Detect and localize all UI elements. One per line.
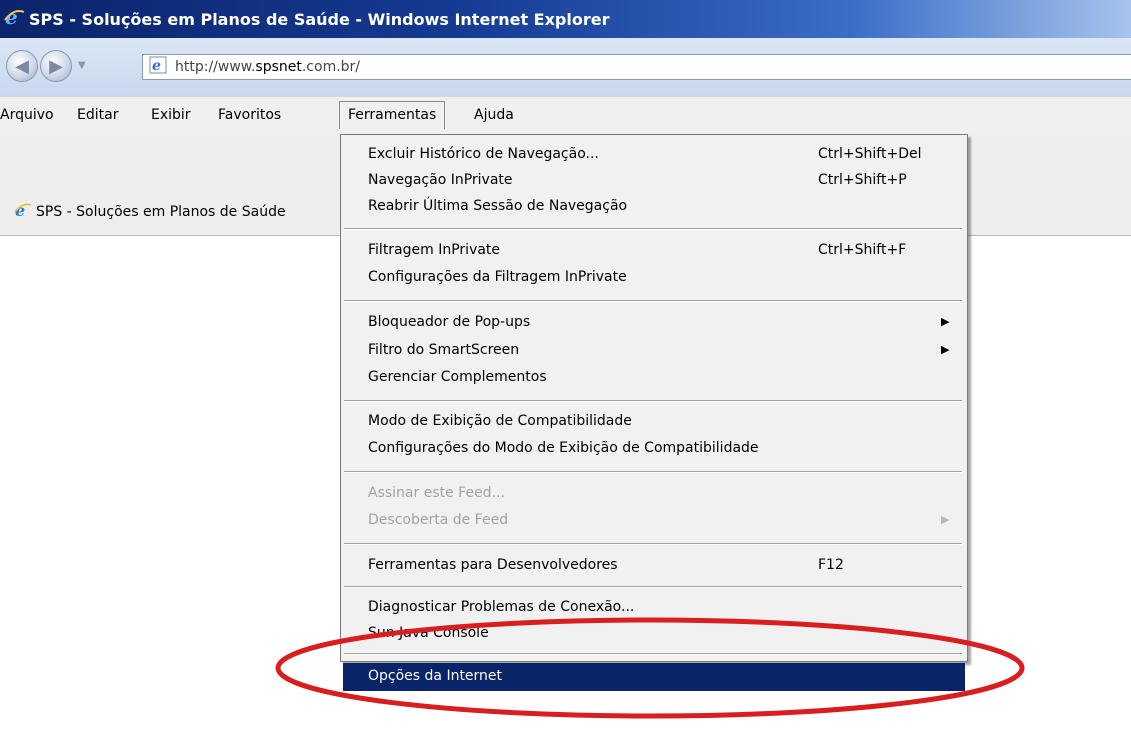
menu-item-inprivate-filtering[interactable]: Filtragem InPrivate Ctrl+Shift+F <box>341 239 965 263</box>
url-domain: spsnet <box>255 59 302 75</box>
menu-ferramentas[interactable]: Ferramentas <box>339 101 446 129</box>
navigation-bar: ◀ ▶ ▼ e http://www.spsnet.com.br/ <box>0 38 1131 96</box>
menu-separator <box>344 300 962 302</box>
menu-item-label: Configurações do Modo de Exibição de Com… <box>368 440 759 456</box>
menu-item-popup-blocker[interactable]: Bloqueador de Pop-ups ▶ <box>341 311 965 335</box>
address-url: http://www.spsnet.com.br/ <box>175 59 360 75</box>
menu-item-manage-addons[interactable]: Gerenciar Complementos <box>341 366 965 390</box>
menu-item-label: Filtro do SmartScreen <box>368 342 520 358</box>
menu-item-label: Assinar este Feed... <box>368 485 505 501</box>
menu-item-inprivate-browsing[interactable]: Navegação InPrivate Ctrl+Shift+P <box>341 169 965 193</box>
menu-item-internet-options[interactable]: Opções da Internet <box>343 663 965 691</box>
menu-ajuda[interactable]: Ajuda <box>474 107 514 123</box>
menu-item-compatibility-view[interactable]: Modo de Exibição de Compatibilidade <box>341 410 965 434</box>
page-ie-icon: e <box>149 56 167 78</box>
menu-item-label: Diagnosticar Problemas de Conexão... <box>368 599 635 615</box>
menu-item-delete-history[interactable]: Excluir Histórico de Navegação... Ctrl+S… <box>341 143 965 167</box>
tab-ie-icon: e <box>14 201 32 223</box>
menu-favoritos[interactable]: Favoritos <box>218 107 281 123</box>
menu-exibir[interactable]: Exibir <box>151 107 191 123</box>
menu-item-developer-tools[interactable]: Ferramentas para Desenvolvedores F12 <box>341 554 965 578</box>
menu-item-label: Configurações da Filtragem InPrivate <box>368 269 627 285</box>
menu-item-feed-discovery: Descoberta de Feed ▶ <box>341 509 965 533</box>
recent-pages-dropdown-icon[interactable]: ▼ <box>78 60 86 71</box>
menu-item-label: Excluir Histórico de Navegação... <box>368 146 599 162</box>
menu-item-compatibility-view-settings[interactable]: Configurações do Modo de Exibição de Com… <box>341 437 965 461</box>
svg-text:e: e <box>152 58 161 74</box>
submenu-arrow-icon: ▶ <box>941 513 950 526</box>
menu-item-label: Reabrir Última Sessão de Navegação <box>368 198 628 214</box>
menu-item-smartscreen[interactable]: Filtro do SmartScreen ▶ <box>341 339 965 363</box>
menu-item-label: Opções da Internet <box>368 668 503 684</box>
menu-item-shortcut: Ctrl+Shift+P <box>818 172 907 188</box>
menu-bar: Arquivo Editar Exibir Favoritos Ferramen… <box>0 96 1131 138</box>
menu-item-shortcut: F12 <box>818 557 844 573</box>
menu-item-shortcut: Ctrl+Shift+F <box>818 242 907 258</box>
menu-separator <box>344 586 962 588</box>
menu-item-label: Modo de Exibição de Compatibilidade <box>368 413 632 429</box>
menu-separator <box>344 400 962 402</box>
menu-editar[interactable]: Editar <box>77 107 118 123</box>
menu-item-reopen-session[interactable]: Reabrir Última Sessão de Navegação <box>341 195 965 219</box>
address-field[interactable]: e http://www.spsnet.com.br/ <box>142 54 1131 80</box>
tab-sps[interactable]: e SPS - Soluções em Planos de Saúde <box>14 201 286 223</box>
url-suffix: .com.br/ <box>301 59 361 75</box>
menu-item-shortcut: Ctrl+Shift+Del <box>818 146 922 162</box>
back-arrow-icon: ◀ <box>15 55 29 77</box>
menu-item-subscribe-feed: Assinar este Feed... <box>341 482 965 506</box>
menu-item-label: Navegação InPrivate <box>368 172 513 188</box>
menu-item-diagnose-connection[interactable]: Diagnosticar Problemas de Conexão... <box>341 596 965 620</box>
menu-separator <box>344 543 962 545</box>
menu-separator <box>344 228 962 230</box>
menu-item-label: Sun Java Console <box>368 625 489 641</box>
window-title: SPS - Soluções em Planos de Saúde - Wind… <box>29 9 610 29</box>
tab-title: SPS - Soluções em Planos de Saúde <box>36 204 286 220</box>
submenu-arrow-icon: ▶ <box>941 315 950 328</box>
menu-separator <box>344 471 962 473</box>
menu-separator <box>344 653 962 655</box>
menu-item-inprivate-filtering-settings[interactable]: Configurações da Filtragem InPrivate <box>341 266 965 290</box>
menu-item-label: Filtragem InPrivate <box>368 242 501 258</box>
menu-item-label: Gerenciar Complementos <box>368 369 547 385</box>
menu-item-java-console[interactable]: Sun Java Console <box>341 622 965 646</box>
menu-arquivo[interactable]: Arquivo <box>0 107 54 123</box>
url-prefix: http://www. <box>175 59 256 75</box>
window-title-bar: e SPS - Soluções em Planos de Saúde - Wi… <box>0 0 1131 38</box>
forward-arrow-icon: ▶ <box>49 55 63 77</box>
forward-button[interactable]: ▶ <box>40 50 72 82</box>
menu-item-label: Ferramentas para Desenvolvedores <box>368 557 618 573</box>
menu-item-label: Descoberta de Feed <box>368 512 509 528</box>
internet-explorer-icon: e <box>3 5 25 32</box>
menu-item-label: Bloqueador de Pop-ups <box>368 314 531 330</box>
tools-menu: Excluir Histórico de Navegação... Ctrl+S… <box>340 134 968 691</box>
submenu-arrow-icon: ▶ <box>941 343 950 356</box>
back-button[interactable]: ◀ <box>6 50 38 82</box>
